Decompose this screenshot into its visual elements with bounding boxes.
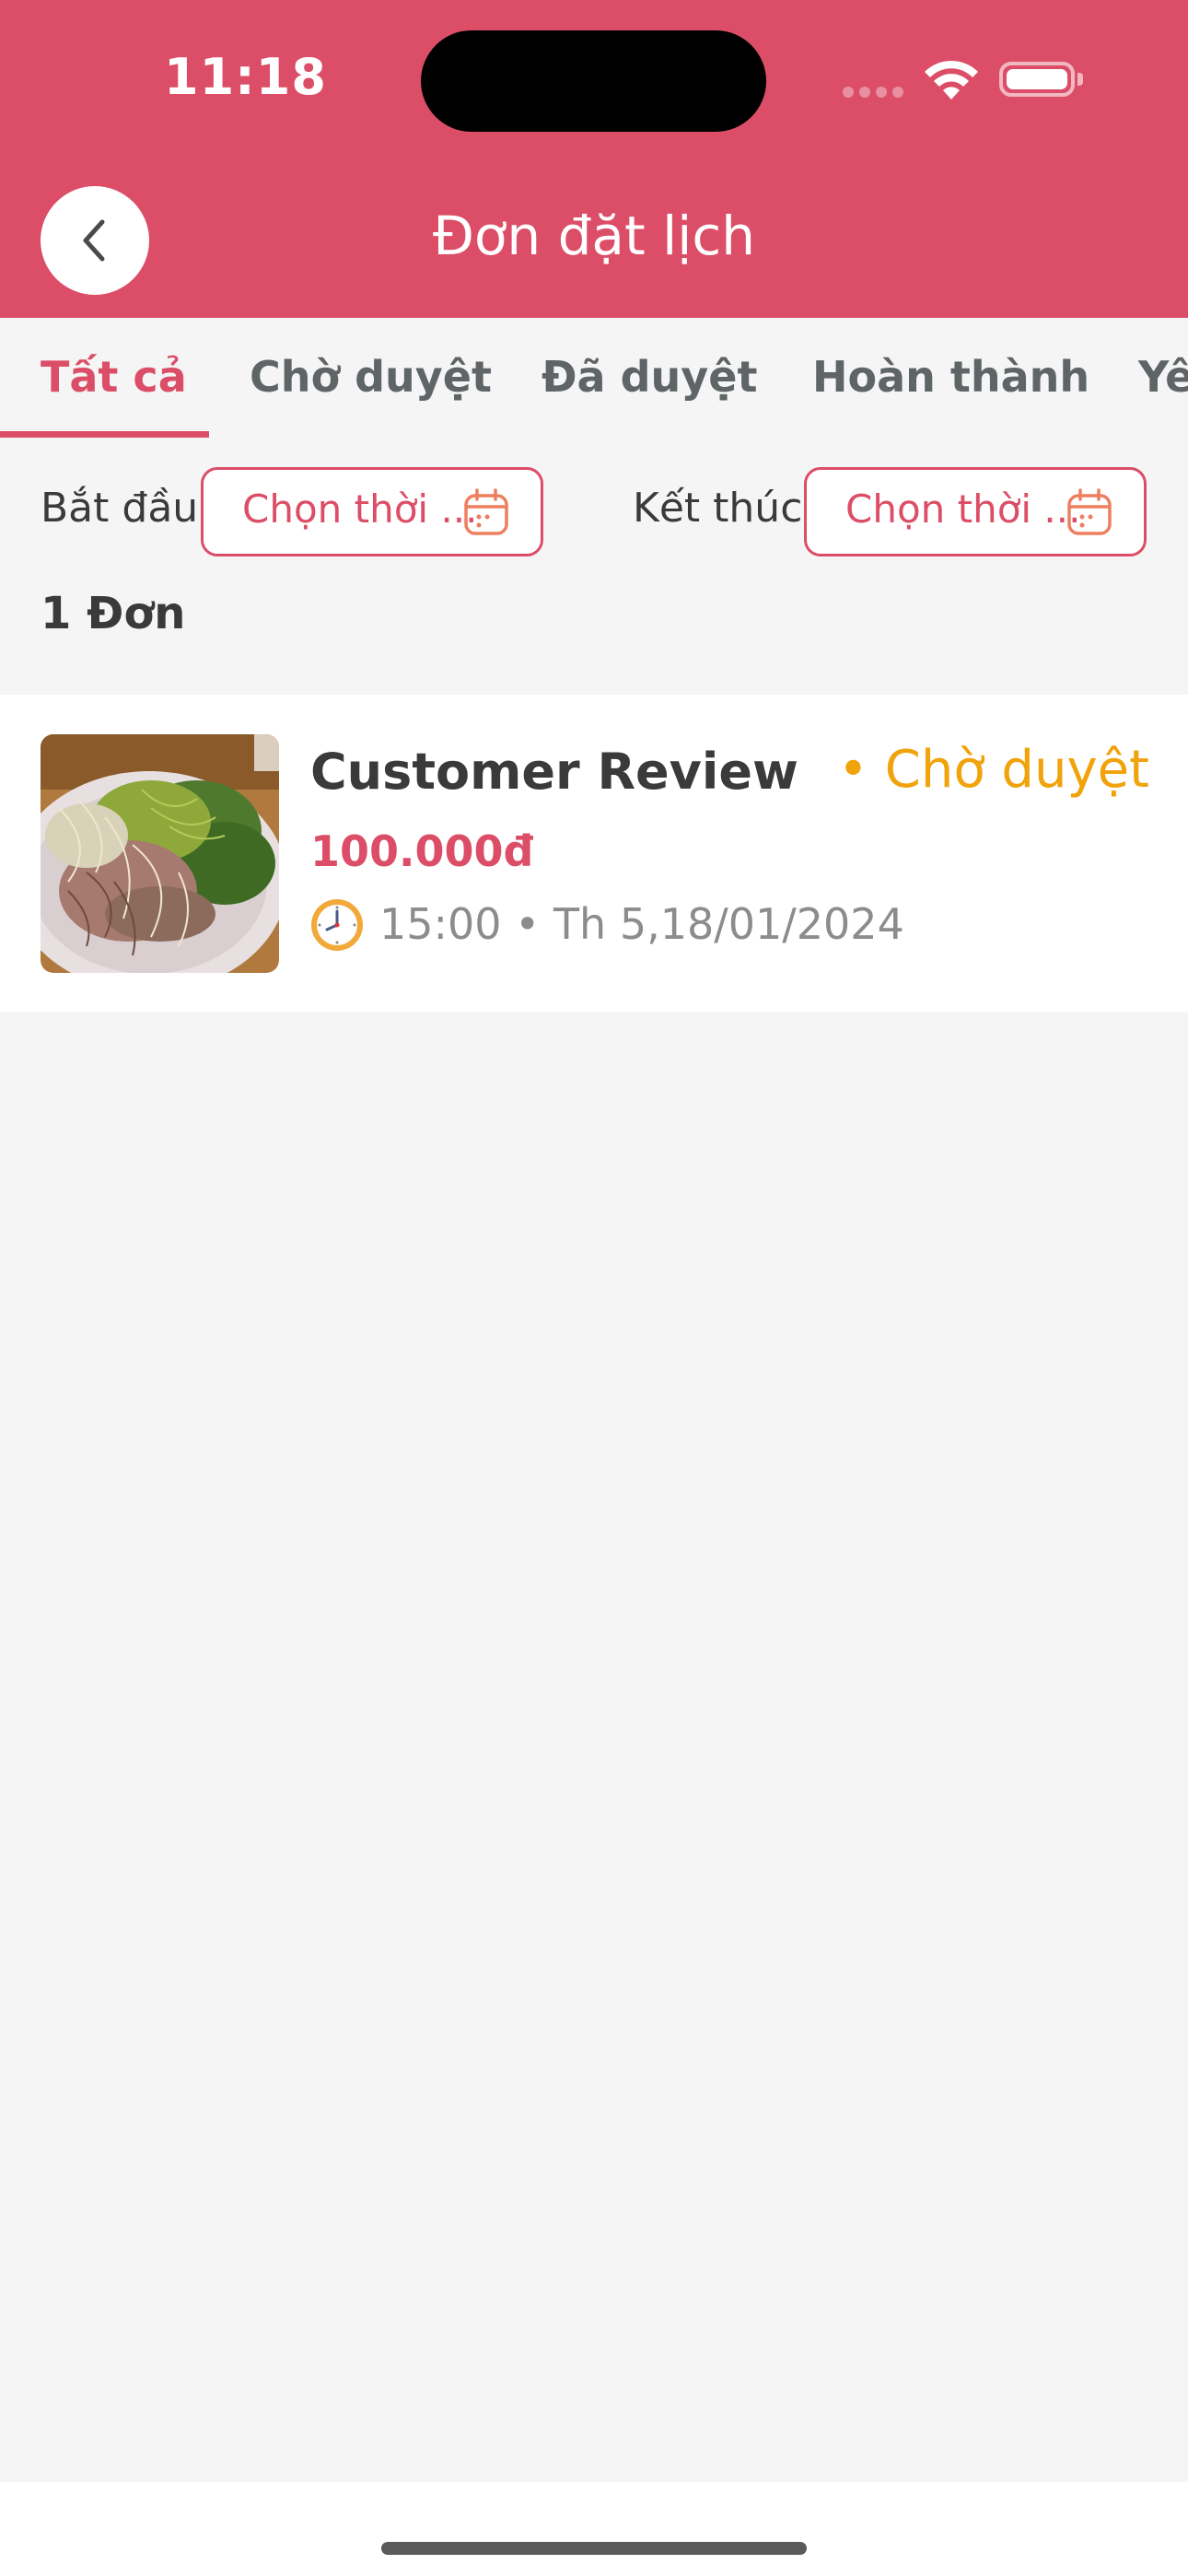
order-price: 100.000đ	[310, 826, 534, 876]
active-tab-indicator	[0, 431, 209, 438]
tab-all[interactable]: Tất cả	[41, 318, 187, 438]
order-card[interactable]: Customer Review • Chờ duyệt 100.000đ 15:…	[0, 695, 1188, 1012]
dynamic-island	[421, 30, 766, 132]
tab-request[interactable]: Yê	[1138, 318, 1188, 438]
home-bar-area	[0, 2482, 1188, 2576]
wifi-icon	[921, 57, 982, 101]
end-date-placeholder: Chọn thời ...	[845, 486, 1081, 532]
clock-icon	[311, 899, 363, 951]
calendar-icon	[464, 488, 508, 535]
order-thumbnail	[41, 734, 279, 973]
end-date-label: Kết thúc:	[633, 485, 817, 532]
start-date-placeholder: Chọn thời ...	[242, 486, 478, 532]
start-date-picker[interactable]: Chọn thời ...	[201, 467, 543, 556]
tab-approved[interactable]: Đã duyệt	[542, 318, 757, 438]
status-badge: • Chờ duyệt	[837, 740, 1149, 800]
order-count: 1 Đơn	[41, 588, 186, 639]
app-header: 11:18 Đơn đặt lịch	[0, 0, 1188, 318]
tab-completed[interactable]: Hoàn thành	[812, 318, 1089, 438]
tab-pending[interactable]: Chờ duyệt	[250, 318, 492, 438]
calendar-icon	[1067, 488, 1112, 535]
cellular-signal-icon	[843, 87, 903, 100]
status-time: 11:18	[164, 48, 327, 106]
start-date-label: Bắt đầu:	[41, 485, 212, 532]
battery-cap	[1077, 73, 1083, 86]
home-indicator[interactable]	[381, 2542, 807, 2555]
battery-icon	[999, 62, 1075, 97]
page-title: Đơn đặt lịch	[432, 205, 756, 267]
order-title: Customer Review	[310, 743, 798, 801]
status-tabs: Tất cả Chờ duyệt Đã duyệt Hoàn thành Yê	[0, 318, 1188, 438]
order-datetime: 15:00 • Th 5,18/01/2024	[379, 899, 904, 949]
end-date-picker[interactable]: Chọn thời ...	[804, 467, 1147, 556]
